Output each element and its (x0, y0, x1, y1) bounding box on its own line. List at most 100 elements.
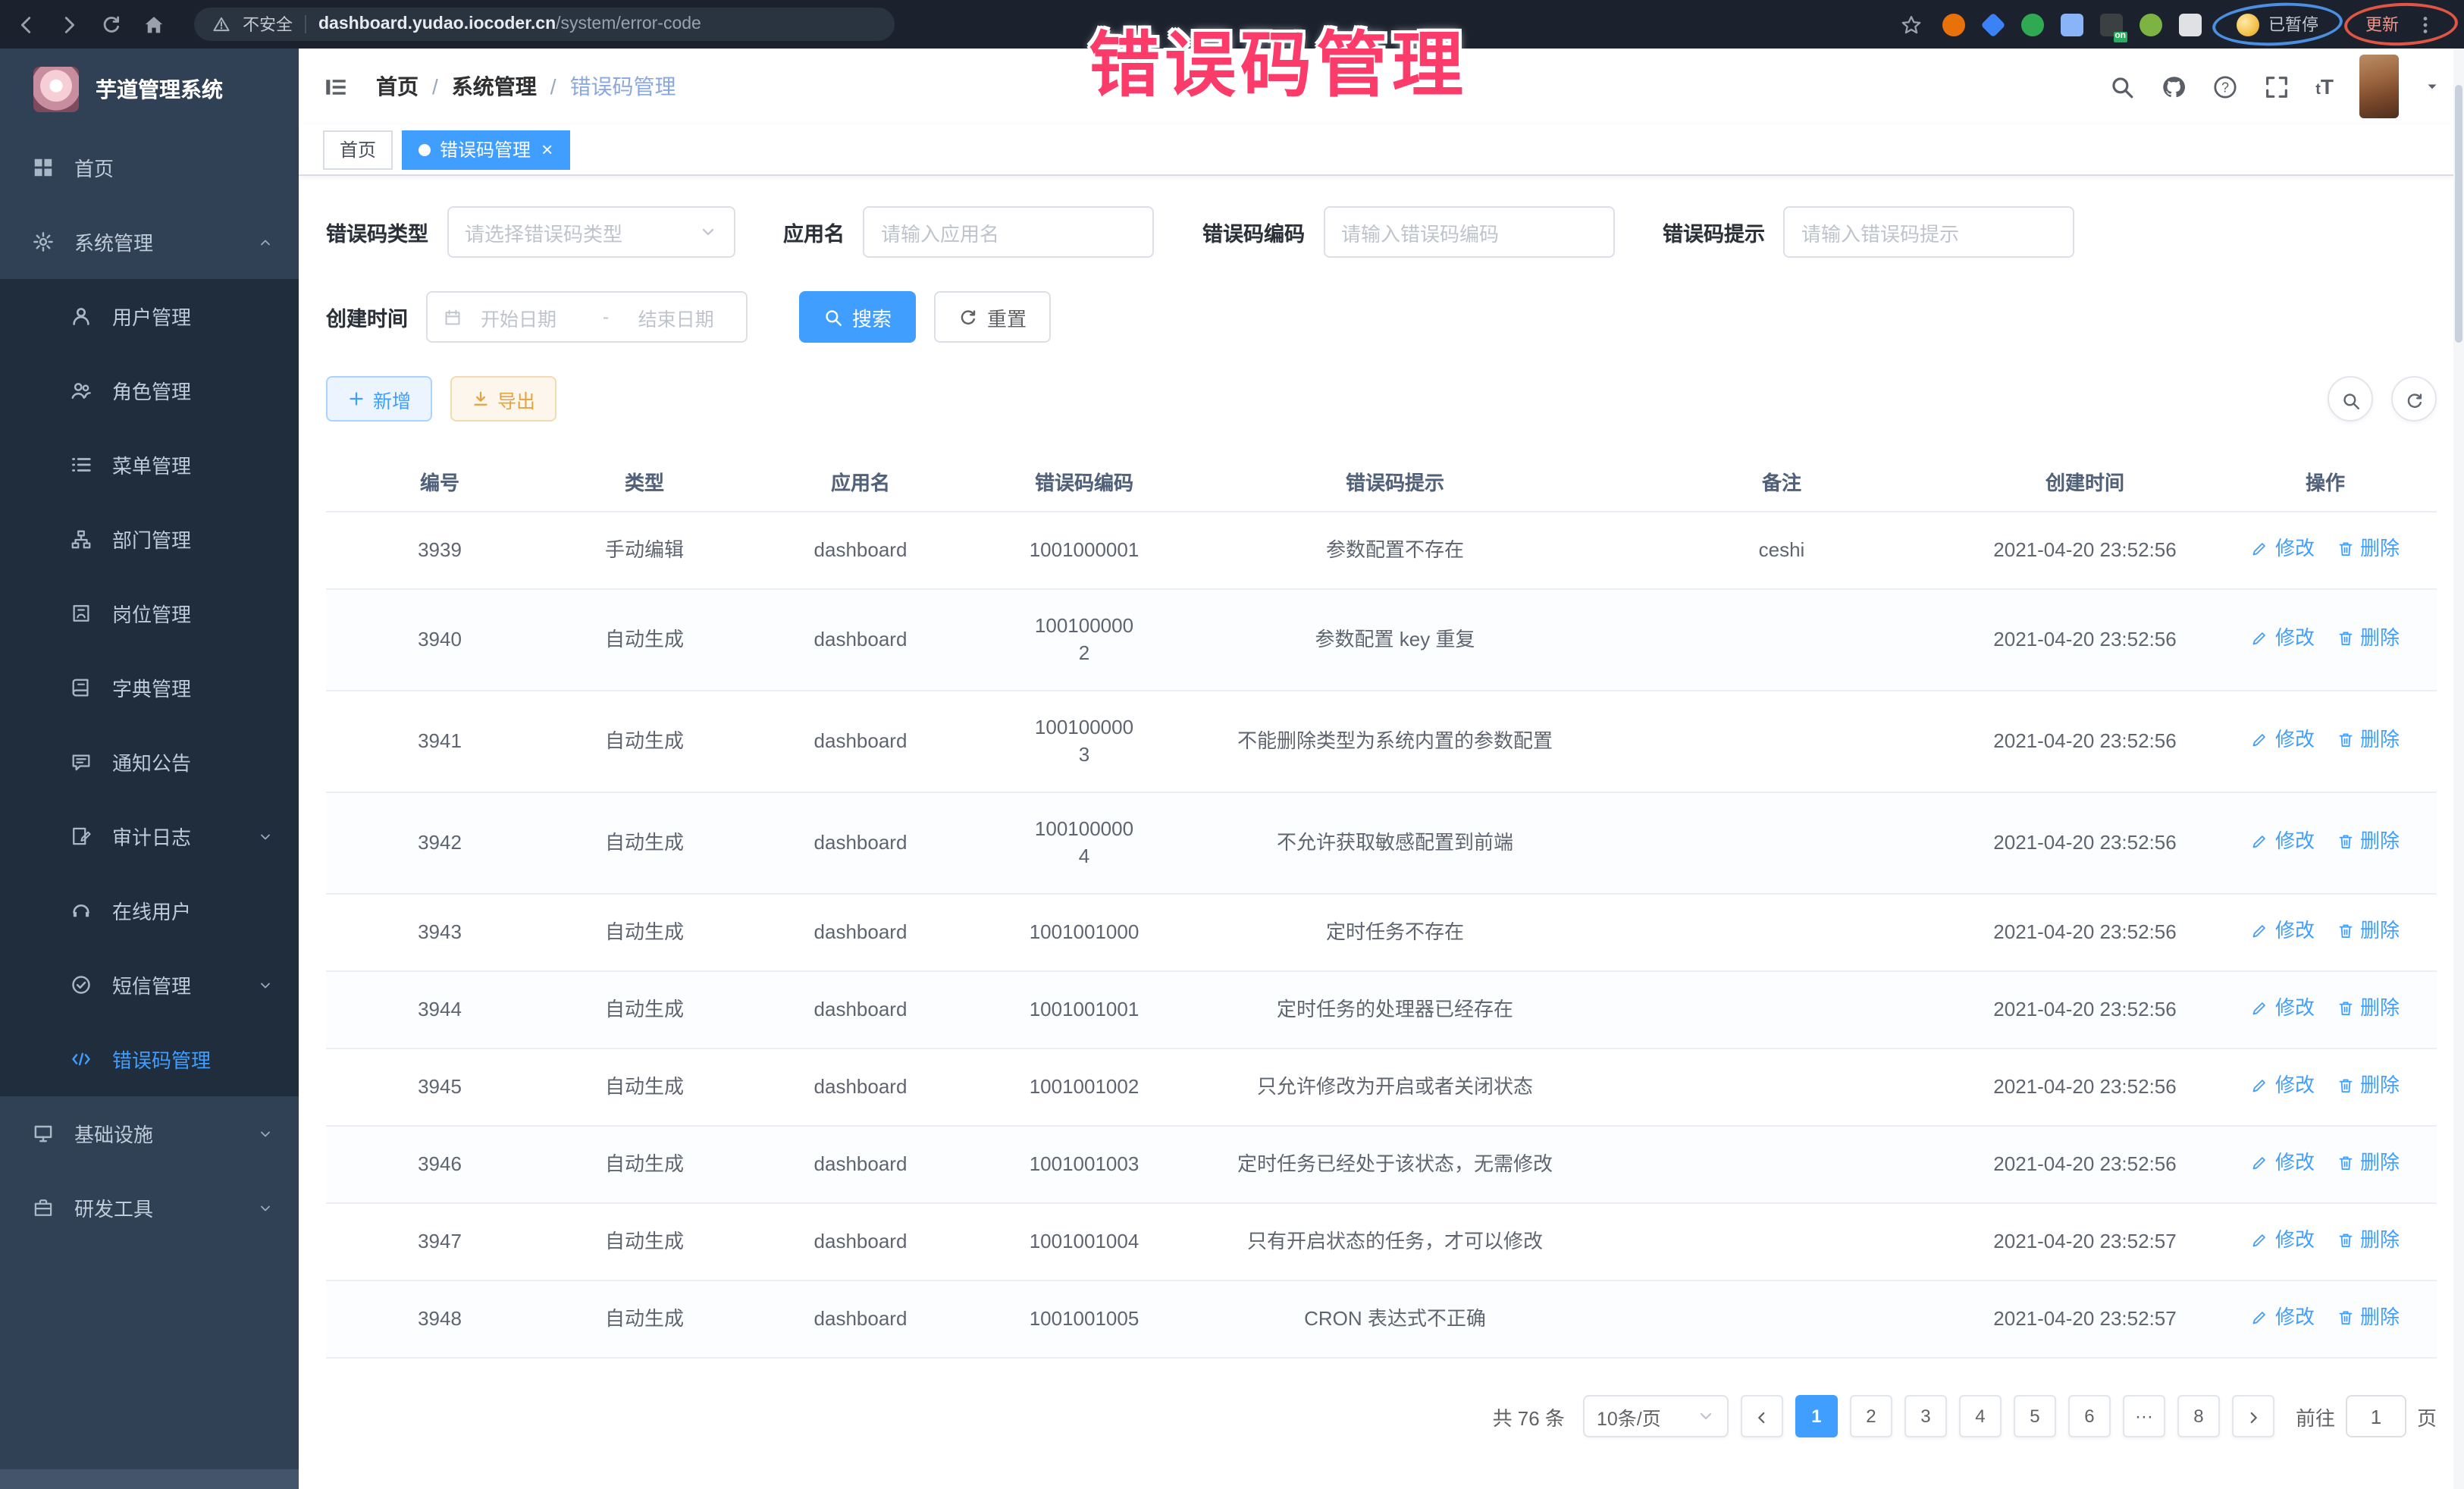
cell-app: dashboard (735, 971, 986, 1049)
sidebar-item-字典管理[interactable]: 字典管理 (0, 650, 299, 725)
page-ellipsis[interactable]: ··· (2123, 1395, 2165, 1437)
export-button[interactable]: 导出 (450, 376, 556, 422)
browser-reload-icon[interactable] (100, 13, 123, 36)
date-range-picker[interactable]: 开始日期 - 结束日期 (426, 291, 748, 343)
fullscreen-icon[interactable] (2264, 74, 2290, 99)
page-button-1[interactable]: 1 (1795, 1395, 1838, 1437)
extension-green-circle-icon[interactable] (2021, 13, 2044, 36)
scrollbar-thumb[interactable] (2455, 85, 2462, 343)
sidebar-item-用户管理[interactable]: 用户管理 (0, 279, 299, 353)
edit-link[interactable]: 修改 (2251, 1072, 2315, 1099)
address-bar[interactable]: 不安全 dashboard.yudao.iocoder.cn/system/er… (194, 8, 895, 41)
extension-tiles-icon[interactable] (2061, 13, 2083, 36)
sidebar-item-审计日志[interactable]: 审计日志 (0, 799, 299, 873)
prev-page-button[interactable] (1741, 1395, 1783, 1437)
error-message-input[interactable]: 请输入错误码提示 (1783, 206, 2074, 258)
page-button-8[interactable]: 8 (2177, 1395, 2220, 1437)
edit-link[interactable]: 修改 (2251, 1227, 2315, 1254)
user-avatar[interactable] (2359, 55, 2399, 118)
cell-type: 自动生成 (553, 691, 735, 792)
extension-leaf-icon[interactable] (2140, 13, 2162, 36)
browser-home-icon[interactable] (143, 13, 165, 36)
page-button-5[interactable]: 5 (2014, 1395, 2056, 1437)
sidebar-logo-row[interactable]: 芋道管理系统 (0, 49, 299, 130)
browser-back-icon[interactable] (15, 13, 38, 36)
error-type-select[interactable]: 请选择错误码类型 (447, 206, 735, 258)
user-menu-caret-icon[interactable] (2425, 79, 2440, 94)
profile-avatar[interactable] (2237, 13, 2259, 36)
tab-inactive[interactable]: 首页 (323, 130, 393, 169)
trash-icon (2336, 1154, 2354, 1172)
sidebar-item-角色管理[interactable]: 角色管理 (0, 353, 299, 428)
sidebar-item-部门管理[interactable]: 部门管理 (0, 502, 299, 576)
edit-link[interactable]: 修改 (2251, 535, 2315, 563)
app-name-input[interactable]: 请输入应用名 (863, 206, 1154, 258)
goto-page-input[interactable]: 1 (2346, 1395, 2406, 1437)
sidebar-item-菜单管理[interactable]: 菜单管理 (0, 428, 299, 502)
toggle-search-button[interactable] (2328, 376, 2373, 422)
breadcrumb-link[interactable]: 首页 (376, 71, 419, 102)
sidebar-item-系统管理[interactable]: 系统管理 (0, 205, 299, 279)
delete-link[interactable]: 删除 (2336, 828, 2400, 855)
sidebar-item-在线用户[interactable]: 在线用户 (0, 873, 299, 948)
sidebar-item-短信管理[interactable]: 短信管理 (0, 948, 299, 1022)
delete-link[interactable]: 删除 (2336, 535, 2400, 563)
browser-forward-icon[interactable] (58, 13, 80, 36)
delete-link[interactable]: 删除 (2336, 1072, 2400, 1099)
sidebar-item-通知公告[interactable]: 通知公告 (0, 725, 299, 799)
add-button[interactable]: 新增 (326, 376, 432, 422)
main-area: 首页/系统管理/错误码管理 ? tT 首页错误码管理× 错误码类型 请选择错误码… (299, 49, 2464, 1489)
extension-puzzle-icon[interactable] (2179, 13, 2202, 36)
help-icon[interactable]: ? (2212, 74, 2238, 99)
sidebar-item-研发工具[interactable]: 研发工具 (0, 1171, 299, 1245)
delete-link[interactable]: 删除 (2336, 1149, 2400, 1177)
edit-link[interactable]: 修改 (2251, 828, 2315, 855)
extension-blue-gem-icon[interactable] (1982, 13, 2005, 36)
sidebar-item-岗位管理[interactable]: 岗位管理 (0, 576, 299, 650)
search-icon[interactable] (2109, 74, 2135, 99)
close-tab-icon[interactable]: × (541, 139, 553, 159)
edit-icon (2251, 1309, 2269, 1327)
edit-link[interactable]: 修改 (2251, 726, 2315, 754)
breadcrumb-separator: / (432, 74, 438, 99)
page-button-3[interactable]: 3 (1904, 1395, 1947, 1437)
refresh-table-button[interactable] (2391, 376, 2437, 422)
extension-orange-circle-icon[interactable] (1942, 13, 1965, 36)
edit-link[interactable]: 修改 (2251, 1304, 2315, 1331)
cell-message: 不能删除类型为系统内置的参数配置 (1183, 691, 1607, 792)
edit-link[interactable]: 修改 (2251, 917, 2315, 945)
sidebar-item-错误码管理[interactable]: 错误码管理 (0, 1022, 299, 1096)
page-button-2[interactable]: 2 (1850, 1395, 1892, 1437)
hamburger-icon[interactable] (323, 74, 349, 99)
delete-link[interactable]: 删除 (2336, 917, 2400, 945)
sidebar-item-首页[interactable]: 首页 (0, 130, 299, 205)
sidebar-item-基础设施[interactable]: 基础设施 (0, 1096, 299, 1171)
error-code-input[interactable]: 请输入错误码编码 (1323, 206, 1614, 258)
delete-link[interactable]: 删除 (2336, 1304, 2400, 1331)
edit-link[interactable]: 修改 (2251, 625, 2315, 652)
page-scrollbar[interactable] (2453, 49, 2464, 1489)
browser-profile-chip[interactable]: 已暂停 (2221, 9, 2334, 39)
browser-update-chip[interactable]: 更新 (2353, 9, 2449, 39)
font-size-icon[interactable]: tT (2315, 74, 2334, 99)
delete-link[interactable]: 删除 (2336, 625, 2400, 652)
tab-label: 首页 (340, 136, 376, 162)
edit-link[interactable]: 修改 (2251, 1149, 2315, 1177)
delete-link[interactable]: 删除 (2336, 1227, 2400, 1254)
page-button-4[interactable]: 4 (1959, 1395, 2002, 1437)
search-button[interactable]: 搜索 (799, 291, 916, 343)
delete-link[interactable]: 删除 (2336, 726, 2400, 754)
tab-active[interactable]: 错误码管理× (402, 130, 569, 169)
breadcrumb-link[interactable]: 系统管理 (452, 71, 537, 102)
extension-dark-on-icon[interactable]: on (2100, 13, 2123, 36)
bookmark-star-icon[interactable] (1900, 13, 1923, 36)
page-size-select[interactable]: 10条/页 (1583, 1395, 1729, 1437)
browser-menu-icon[interactable] (2414, 13, 2437, 36)
sidebar-item-label: 部门管理 (112, 525, 191, 553)
edit-link[interactable]: 修改 (2251, 995, 2315, 1022)
page-button-6[interactable]: 6 (2068, 1395, 2111, 1437)
next-page-button[interactable] (2232, 1395, 2274, 1437)
delete-link[interactable]: 删除 (2336, 995, 2400, 1022)
github-icon[interactable] (2161, 74, 2187, 99)
reset-button[interactable]: 重置 (934, 291, 1051, 343)
